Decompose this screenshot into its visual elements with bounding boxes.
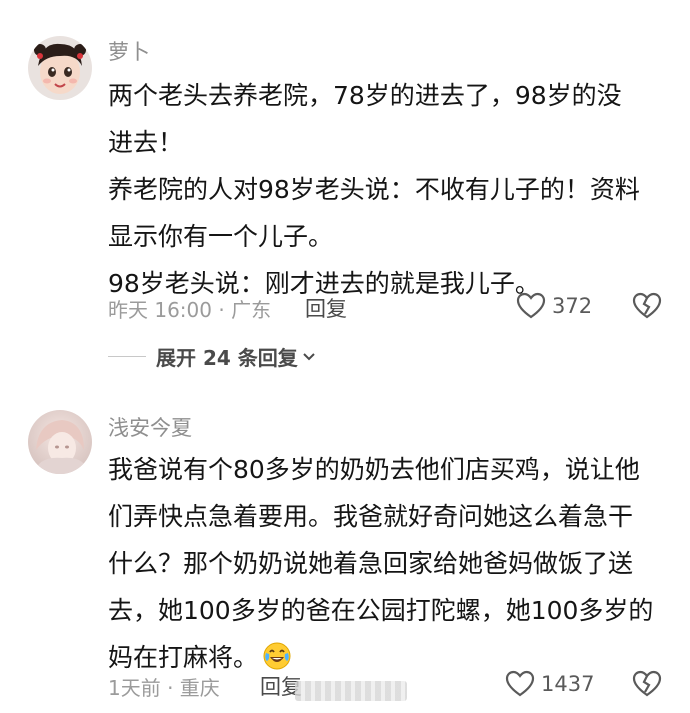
broken-heart-icon xyxy=(632,292,662,319)
broken-heart-icon xyxy=(632,670,662,697)
comment-body: 两个老头去养老院，78岁的进去了，98岁的没 进去！ 养老院的人对98岁老头说：… xyxy=(108,72,668,307)
comment-line: 显示你有一个儿子。 xyxy=(108,222,334,251)
comment-line: 两个老头去养老院，78岁的进去了，98岁的没 xyxy=(108,81,622,110)
username[interactable]: 浅安今夏 xyxy=(108,412,192,442)
avatar[interactable] xyxy=(28,410,92,474)
like-count: 1437 xyxy=(541,672,595,696)
expand-divider xyxy=(108,356,146,357)
heart-outline-icon xyxy=(505,670,535,697)
comment-line: 养老院的人对98岁老头说：不收有儿子的！资料 xyxy=(108,175,640,204)
comment-line: 们弄快点急着要用。我爸就好奇问她这么着急干 xyxy=(108,502,634,531)
avatar-girl-image xyxy=(28,36,92,100)
comment-1: 萝卜 两个老头去养老院，78岁的进去了，98岁的没 进去！ 养老院的人对98岁老… xyxy=(0,0,690,390)
dislike-button[interactable] xyxy=(632,670,662,702)
dislike-button[interactable] xyxy=(632,292,662,324)
comment-body: 我爸说有个80多岁的奶奶去他们店买鸡，说让他 们弄快点急着要用。我爸就好奇问她这… xyxy=(108,446,668,681)
comment-2: 浅安今夏 我爸说有个80多岁的奶奶去他们店买鸡，说让他 们弄快点急着要用。我爸就… xyxy=(0,390,690,713)
avatar-portrait-image xyxy=(28,410,92,474)
comment-line: 去，她100多岁的爸在公园打陀螺，她100多岁的 xyxy=(108,596,654,625)
like-button[interactable]: 1437 xyxy=(505,670,594,698)
expand-replies-button[interactable]: 展开 24 条回复 xyxy=(108,342,316,371)
comment-meta: 昨天 16:00 · 广东 xyxy=(108,298,272,322)
comment-meta: 1天前 · 重庆 xyxy=(108,676,220,700)
comment-line: 什么？那个奶奶说她着急回家给她爸妈做饭了送 xyxy=(108,549,634,578)
chevron-down-icon xyxy=(303,352,315,360)
expand-replies-label: 展开 24 条回复 xyxy=(156,346,298,370)
like-count: 372 xyxy=(552,294,593,318)
reply-button[interactable]: 回复 xyxy=(305,293,347,323)
username[interactable]: 萝卜 xyxy=(108,36,150,66)
comment-line: 妈在打麻将。 xyxy=(108,643,259,672)
avatar[interactable] xyxy=(28,36,92,100)
comment-line: 进去！ xyxy=(108,128,184,157)
heart-outline-icon xyxy=(516,292,546,319)
laughing-crying-emoji-icon xyxy=(263,642,291,670)
watermark-overlay xyxy=(295,681,407,701)
comment-line: 我爸说有个80多岁的奶奶去他们店买鸡，说让他 xyxy=(108,455,640,484)
like-button[interactable]: 372 xyxy=(516,292,592,320)
